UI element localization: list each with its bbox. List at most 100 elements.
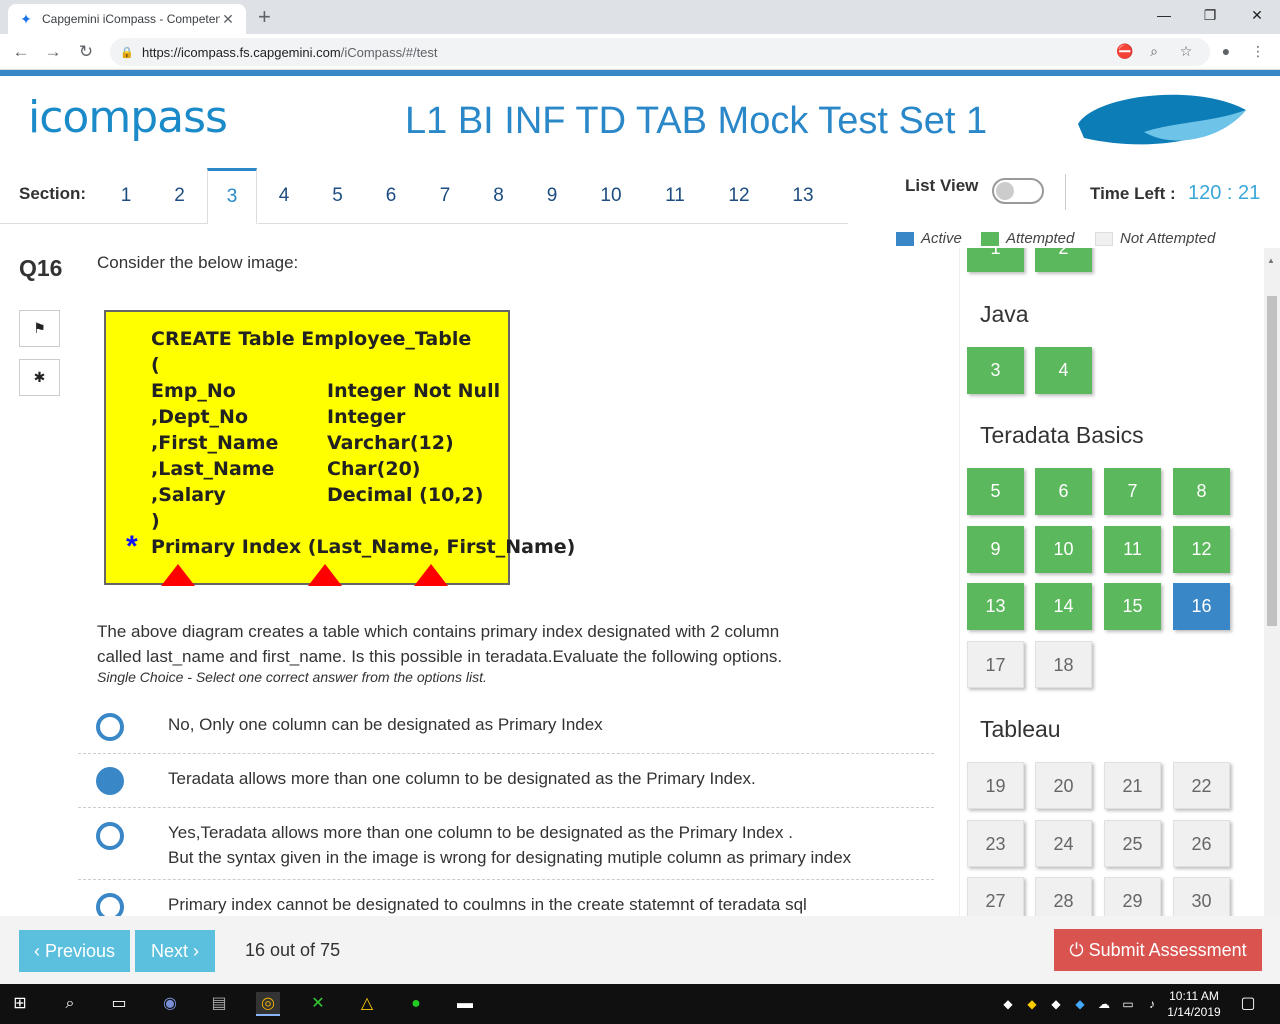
- list-view-toggle[interactable]: [992, 178, 1044, 204]
- palette-question-2[interactable]: 2: [1035, 248, 1092, 272]
- cloud-icon[interactable]: ☁: [1092, 992, 1116, 1016]
- palette-question-18[interactable]: 18: [1035, 640, 1092, 688]
- palette-question-24[interactable]: 24: [1035, 819, 1092, 867]
- scrollbar-thumb[interactable]: [1267, 296, 1277, 626]
- network-icon[interactable]: ▭: [1116, 992, 1140, 1016]
- back-icon[interactable]: ←: [8, 40, 34, 64]
- palette-question-5[interactable]: 5: [967, 468, 1024, 515]
- code-column-type: Integer: [327, 380, 406, 402]
- flag-button[interactable]: ⚑: [19, 310, 60, 347]
- menu-dots-icon[interactable]: ⋮: [1247, 40, 1269, 62]
- search-icon[interactable]: ⌕: [58, 992, 82, 1016]
- palette-question-15[interactable]: 15: [1104, 583, 1161, 630]
- radio-selected[interactable]: [96, 767, 124, 795]
- palette-question-4[interactable]: 4: [1035, 346, 1092, 394]
- report-bug-button[interactable]: ✱: [19, 359, 60, 396]
- minimize-icon[interactable]: —: [1141, 0, 1187, 30]
- palette-question-1[interactable]: 1: [967, 248, 1024, 272]
- system-clock[interactable]: 10:11 AM 1/14/2019: [1166, 988, 1222, 1020]
- answer-option[interactable]: No, Only one column can be designated as…: [78, 700, 934, 754]
- palette-question-20[interactable]: 20: [1035, 762, 1092, 809]
- palette-question-19[interactable]: 19: [967, 762, 1024, 809]
- restore-icon[interactable]: ❐: [1187, 0, 1233, 30]
- close-window-icon[interactable]: ✕: [1234, 0, 1280, 30]
- palette-question-13[interactable]: 13: [967, 583, 1024, 630]
- section-tab-11[interactable]: 11: [643, 168, 707, 224]
- palette-question-22[interactable]: 22: [1173, 762, 1230, 809]
- zoom-icon[interactable]: ⌕: [1143, 40, 1165, 62]
- answer-option[interactable]: Teradata allows more than one column to …: [78, 754, 934, 808]
- radio-unselected[interactable]: [96, 713, 124, 741]
- blocked-popup-icon[interactable]: ⛔: [1114, 40, 1136, 62]
- new-tab-icon[interactable]: +: [258, 4, 271, 30]
- chrome-icon[interactable]: ◎: [256, 992, 280, 1016]
- palette-scrollbar[interactable]: ▲: [1264, 248, 1280, 916]
- code-line: ,Dept_No Integer: [151, 406, 405, 428]
- section-tab-4[interactable]: 4: [257, 168, 311, 224]
- next-button[interactable]: Next ›: [135, 930, 215, 972]
- section-tab-5[interactable]: 5: [311, 168, 364, 224]
- radio-unselected[interactable]: [96, 822, 124, 850]
- section-tab-8[interactable]: 8: [472, 168, 525, 224]
- list-view-label: List View: [905, 176, 979, 195]
- red-arrow: [414, 564, 448, 586]
- section-tab-12[interactable]: 12: [707, 168, 771, 224]
- palette-question-21[interactable]: 21: [1104, 762, 1161, 809]
- palette-question-28[interactable]: 28: [1035, 877, 1092, 916]
- section-tab-3[interactable]: 3: [207, 168, 257, 224]
- answer-option[interactable]: Yes,Teradata allows more than one column…: [78, 808, 934, 880]
- profile-icon[interactable]: ●: [1215, 40, 1237, 62]
- palette-question-26[interactable]: 26: [1173, 819, 1230, 867]
- app-icon[interactable]: ●: [404, 992, 428, 1016]
- palette-question-7[interactable]: 7: [1104, 468, 1161, 515]
- palette-question-3[interactable]: 3: [967, 346, 1024, 394]
- close-tab-icon[interactable]: ✕: [220, 11, 236, 28]
- database-icon[interactable]: ▤: [207, 992, 231, 1016]
- section-tab-9[interactable]: 9: [525, 168, 579, 224]
- address-bar[interactable]: 🔒 https://icompass.fs.capgemini.com/iCom…: [110, 38, 1210, 66]
- tray-icon[interactable]: ◆: [1068, 992, 1092, 1016]
- palette-question-11[interactable]: 11: [1104, 525, 1161, 573]
- palette-question-23[interactable]: 23: [967, 819, 1024, 867]
- previous-button[interactable]: ‹ Previous: [19, 930, 130, 972]
- section-tab-13[interactable]: 13: [771, 168, 835, 224]
- eclipse-icon[interactable]: ◉: [158, 992, 182, 1016]
- palette-question-27[interactable]: 27: [967, 877, 1024, 916]
- browser-tab[interactable]: ✦ Capgemini iCompass - Competen ✕: [8, 4, 246, 34]
- submit-assessment-button[interactable]: ⏻ Submit Assessment: [1054, 929, 1262, 971]
- code-column-constraint: Not Null: [413, 380, 501, 402]
- tray-icon[interactable]: ◆: [996, 992, 1020, 1016]
- forward-icon[interactable]: →: [40, 40, 66, 64]
- window-app-icon[interactable]: ▬: [453, 992, 477, 1016]
- palette-question-9[interactable]: 9: [967, 525, 1024, 573]
- app-icon[interactable]: △: [355, 992, 379, 1016]
- palette-question-12[interactable]: 12: [1173, 525, 1230, 573]
- section-tab-6[interactable]: 6: [364, 168, 418, 224]
- section-tab-2[interactable]: 2: [152, 168, 207, 224]
- app-icon[interactable]: ✕: [306, 992, 330, 1016]
- notification-icon[interactable]: ▢: [1236, 992, 1260, 1016]
- tray-icon[interactable]: ◆: [1044, 992, 1068, 1016]
- palette-question-30[interactable]: 30: [1173, 877, 1230, 916]
- palette-question-6[interactable]: 6: [1035, 468, 1092, 515]
- bookmark-star-icon[interactable]: ☆: [1175, 40, 1197, 62]
- volume-icon[interactable]: ♪: [1140, 992, 1164, 1016]
- windows-start-icon[interactable]: ⊞: [8, 992, 32, 1016]
- answer-option[interactable]: Primary index cannot be designated to co…: [78, 880, 934, 921]
- palette-question-14[interactable]: 14: [1035, 583, 1092, 630]
- option-text: Teradata allows more than one column to …: [168, 769, 756, 788]
- palette-question-25[interactable]: 25: [1104, 819, 1161, 867]
- palette-question-10[interactable]: 10: [1035, 525, 1092, 573]
- section-tab-10[interactable]: 10: [579, 168, 643, 224]
- scroll-up-icon[interactable]: ▲: [1267, 256, 1275, 265]
- section-tab-7[interactable]: 7: [418, 168, 472, 224]
- task-view-icon[interactable]: ▭: [107, 992, 131, 1016]
- palette-question-29[interactable]: 29: [1104, 877, 1161, 916]
- reload-icon[interactable]: ↻: [73, 40, 99, 64]
- tray-icon[interactable]: ◆: [1020, 992, 1044, 1016]
- section-tab-1[interactable]: 1: [100, 168, 152, 224]
- palette-question-16[interactable]: 16: [1173, 583, 1230, 630]
- palette-question-17[interactable]: 17: [967, 640, 1024, 688]
- palette-question-8[interactable]: 8: [1173, 468, 1230, 515]
- code-column-type: Char(20): [327, 458, 421, 480]
